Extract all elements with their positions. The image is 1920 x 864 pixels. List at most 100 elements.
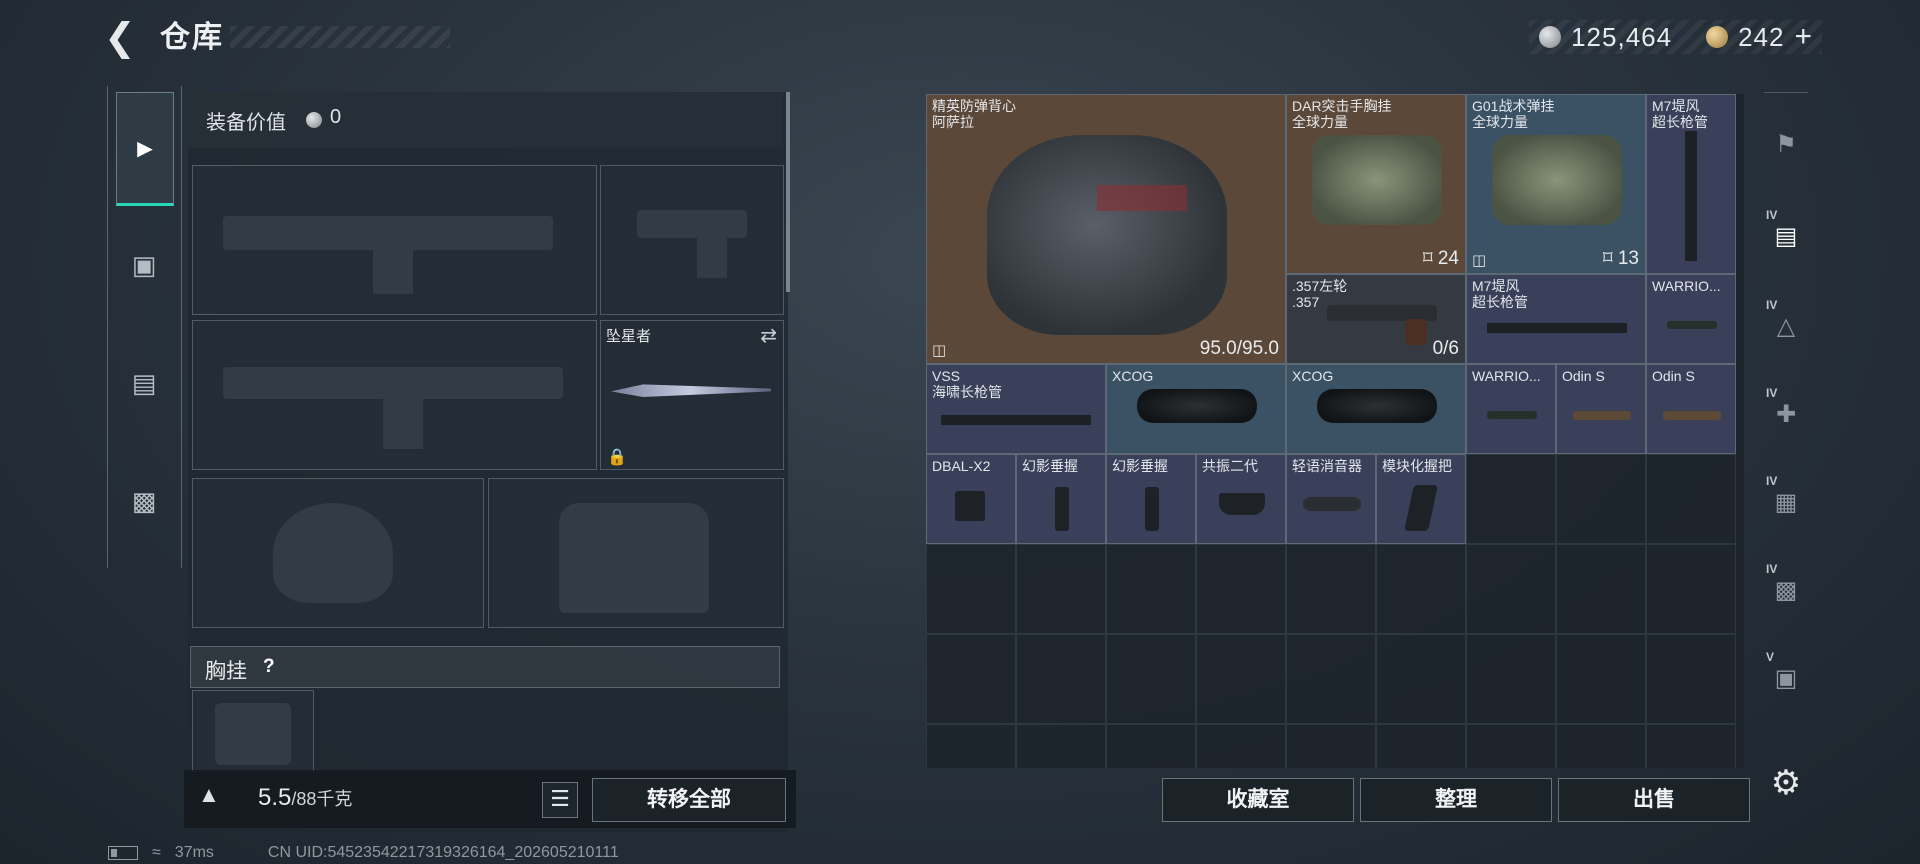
empty-grid-cell[interactable] <box>1016 544 1106 634</box>
list-view-button[interactable]: ☰ <box>542 782 578 818</box>
item-name: M7堤风 超长枪管 <box>1652 98 1708 130</box>
add-currency-button[interactable]: + <box>1794 22 1812 52</box>
empty-grid-cell[interactable] <box>1286 544 1376 634</box>
transfer-all-button[interactable]: 转移全部 <box>592 778 786 822</box>
item-odin-s[interactable]: Odin S <box>1556 364 1646 454</box>
empty-grid-cell[interactable] <box>1376 634 1466 724</box>
empty-grid-cell[interactable] <box>1646 724 1736 768</box>
silver-coin-icon <box>306 112 322 128</box>
empty-grid-cell[interactable] <box>1196 544 1286 634</box>
empty-grid-cell[interactable] <box>1106 724 1196 768</box>
tab-storage-3[interactable]: IV ✚ <box>1760 378 1812 450</box>
tab-rigs[interactable]: ▤ <box>116 328 172 438</box>
equipment-value-header: 装备价值 0 <box>188 92 783 148</box>
tab-divider <box>1764 92 1808 93</box>
item-phantom-vertical-grip[interactable]: 幻影垂握 <box>1106 454 1196 544</box>
item-warrior-light[interactable]: WARRIO... <box>1466 364 1556 454</box>
item-odin-s[interactable]: Odin S <box>1646 364 1736 454</box>
item-modular-grip[interactable]: 模块化握把 <box>1376 454 1466 544</box>
item-name: 幻影垂握 <box>1022 458 1078 474</box>
item-xcog-scope[interactable]: XCOG <box>1106 364 1286 454</box>
tab-safe-box[interactable]: ⚑ <box>1760 108 1812 180</box>
item-phantom-vertical-grip[interactable]: 幻影垂握 <box>1016 454 1106 544</box>
collection-button[interactable]: 收藏室 <box>1162 778 1354 822</box>
tab-storage-6[interactable]: V ▣ <box>1760 642 1812 714</box>
tab-toolkit[interactable]: ▩ <box>116 446 172 556</box>
helmet-slot[interactable] <box>192 478 484 628</box>
secondary-weapon-slot[interactable] <box>192 320 597 470</box>
item-whisper-suppressor[interactable]: 轻语消音器 <box>1286 454 1376 544</box>
empty-grid-cell[interactable] <box>1556 544 1646 634</box>
tab-armor[interactable]: ▣ <box>116 210 172 320</box>
melee-slot[interactable]: 坠星者 ⇄ 🔒 <box>600 320 784 470</box>
page-title: 仓库 <box>160 21 224 54</box>
item-name: 模块化握把 <box>1382 458 1452 474</box>
tab-storage-2[interactable]: IV △ <box>1760 290 1812 362</box>
uid-text: CN UID:54523542217319326164_202605210111 <box>267 844 619 861</box>
empty-grid-cell[interactable] <box>926 544 1016 634</box>
empty-grid-cell[interactable] <box>1286 634 1376 724</box>
empty-grid-cell[interactable] <box>1556 634 1646 724</box>
empty-grid-cell[interactable] <box>1466 544 1556 634</box>
empty-grid-cell[interactable] <box>1376 544 1466 634</box>
item-name: 共振二代 <box>1202 458 1258 474</box>
empty-grid-cell[interactable] <box>1646 544 1736 634</box>
empty-grid-cell[interactable] <box>1466 454 1556 544</box>
primary-weapon-slot[interactable] <box>192 165 597 315</box>
item-elite-armor-vest[interactable]: 精英防弹背心 阿萨拉 ◫ 95.0/95.0 <box>926 94 1286 364</box>
item-dbal-x2[interactable]: DBAL-X2 <box>926 454 1016 544</box>
weight-max: /88千克 <box>291 789 353 809</box>
empty-grid-cell[interactable] <box>926 634 1016 724</box>
item-m7-long-barrel[interactable]: M7堤风 超长枪管 <box>1466 274 1646 364</box>
empty-grid-cell[interactable] <box>1106 634 1196 724</box>
empty-grid-cell[interactable] <box>1376 724 1466 768</box>
empty-grid-cell[interactable] <box>1196 634 1286 724</box>
weight-readout: 5.5/88千克 <box>258 784 352 812</box>
light-module-image <box>1573 411 1631 420</box>
empty-grid-cell[interactable] <box>1646 634 1736 724</box>
currency-bar: 125,464 242 + <box>1529 20 1822 54</box>
empty-grid-cell[interactable] <box>926 724 1016 768</box>
empty-grid-cell[interactable] <box>1556 454 1646 544</box>
tab-weapons[interactable]: ► <box>116 92 174 206</box>
barrel-image <box>941 415 1091 425</box>
empty-grid-cell[interactable] <box>1106 544 1196 634</box>
armor-slot[interactable] <box>488 478 784 628</box>
pistol-slot[interactable] <box>600 165 784 315</box>
empty-grid-cell[interactable] <box>1016 724 1106 768</box>
chest-rig-help-button[interactable]: ? <box>263 656 275 678</box>
item-357-revolver[interactable]: .357左轮 .357 0/6 <box>1286 274 1466 364</box>
empty-grid-cell[interactable] <box>1466 724 1556 768</box>
gold-currency-value: 242 <box>1738 21 1785 52</box>
sort-button[interactable]: 整理 <box>1360 778 1552 822</box>
empty-grid-cell[interactable] <box>1286 724 1376 768</box>
pistol-silhouette-icon <box>637 210 747 238</box>
empty-grid-cell[interactable] <box>1016 634 1106 724</box>
empty-grid-cell[interactable] <box>1556 724 1646 768</box>
item-durability: 95.0/95.0 <box>1199 338 1279 359</box>
chest-rig-slot[interactable] <box>192 690 314 772</box>
chest-rig-label: 胸挂 <box>205 660 247 683</box>
item-dar-chest-rig[interactable]: DAR突击手胸挂 全球力量 ⌑ 24 <box>1286 94 1466 274</box>
empty-grid-cell[interactable] <box>1196 724 1286 768</box>
equipment-scrollbar[interactable] <box>786 92 790 292</box>
equipment-category-tabs: ► ▣ ▤ ▩ <box>107 86 182 568</box>
item-warrior-light[interactable]: WARRIO... <box>1646 274 1736 364</box>
tab-storage-5[interactable]: IV ▩ <box>1760 554 1812 626</box>
item-resonance-grip[interactable]: 共振二代 <box>1196 454 1286 544</box>
item-g01-tactical-rig[interactable]: G01战术弹挂 全球力量 ◫ ⌑ 13 <box>1466 94 1646 274</box>
item-vss-barrel[interactable]: VSS 海啸长枪管 <box>926 364 1106 454</box>
melee-item-name: 坠星者 <box>606 328 652 345</box>
empty-grid-cell[interactable] <box>1646 454 1736 544</box>
equipment-panel: 装备价值 0 坠星者 ⇄ 🔒 胸挂 ? <box>188 92 790 832</box>
tab-storage-4[interactable]: IV ▦ <box>1760 466 1812 538</box>
tab-storage-1[interactable]: IV ▤ <box>1760 200 1812 272</box>
back-arrow-icon[interactable]: ❮ <box>104 18 144 58</box>
sell-button[interactable]: 出售 <box>1558 778 1750 822</box>
empty-grid-cell[interactable] <box>1466 634 1556 724</box>
item-m7-long-barrel[interactable]: M7堤风 超长枪管 <box>1646 94 1736 274</box>
swap-icon[interactable]: ⇄ <box>760 323 777 348</box>
settings-gear-icon[interactable]: ⚙ <box>1760 762 1812 804</box>
star-knife-image <box>611 384 771 397</box>
item-xcog-scope[interactable]: XCOG <box>1286 364 1466 454</box>
